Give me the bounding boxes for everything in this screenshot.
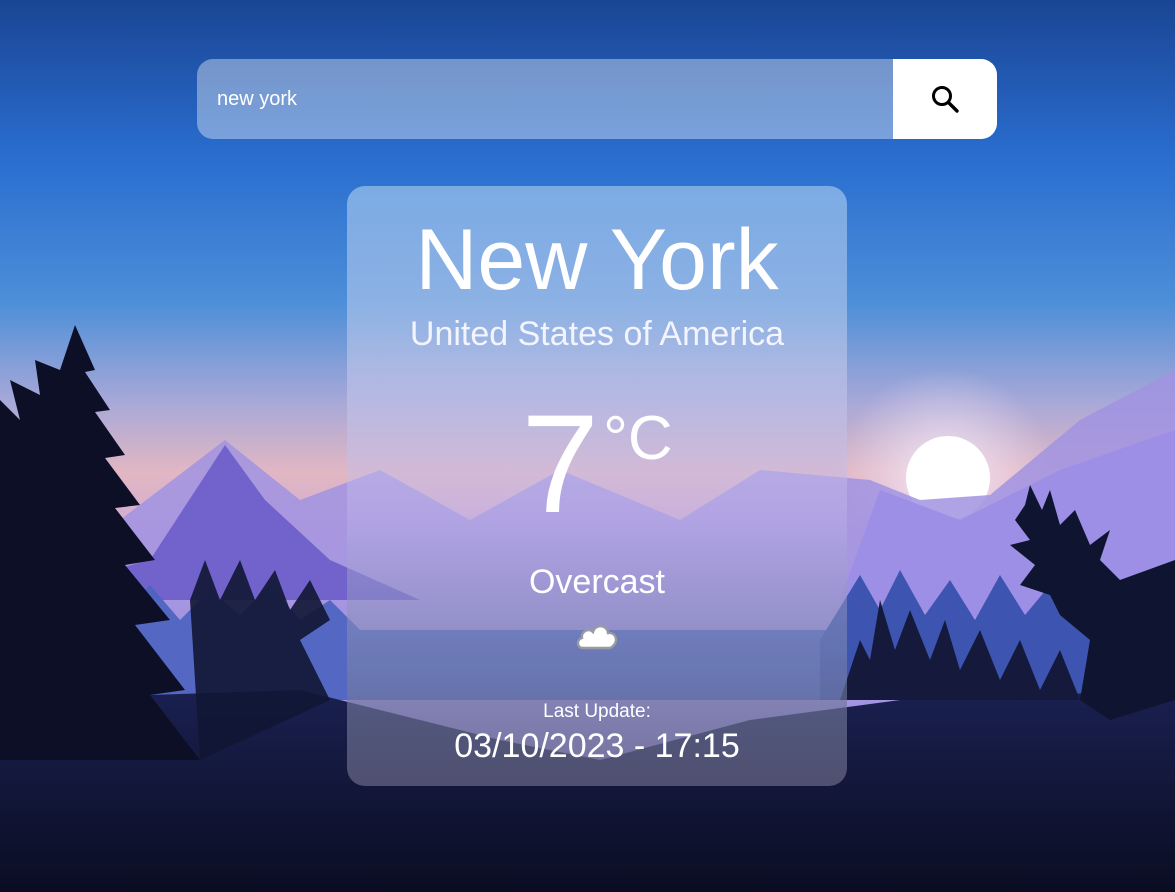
country-name: United States of America <box>409 315 785 353</box>
temperature-display: 7 °C <box>347 394 847 534</box>
last-update-time: 03/10/2023 - 17:15 <box>454 727 740 765</box>
cloud-icon <box>576 624 618 650</box>
weather-condition: Overcast <box>528 563 666 601</box>
search-icon <box>932 86 959 113</box>
weather-card: New York United States of America 7 °C O… <box>347 186 847 786</box>
temperature-unit: °C <box>603 404 673 473</box>
temperature-value: 7 <box>521 385 600 542</box>
city-name: New York <box>415 212 779 308</box>
search-button[interactable] <box>893 59 997 139</box>
search-input[interactable] <box>197 59 893 139</box>
last-update-label: Last Update: <box>543 701 651 722</box>
search-bar <box>197 59 997 139</box>
